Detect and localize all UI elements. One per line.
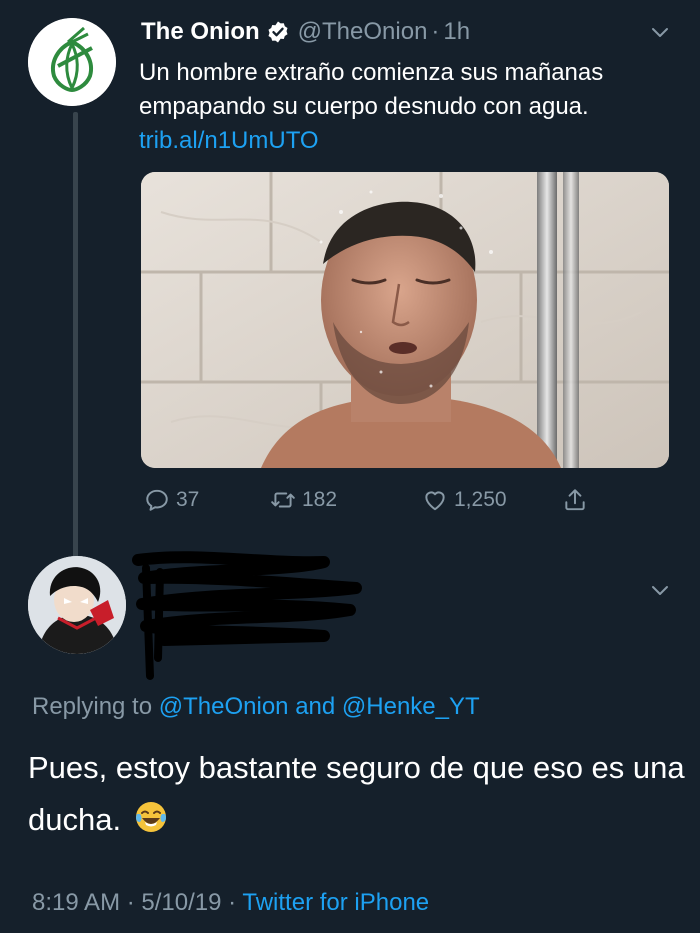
mention-link[interactable]: @Henke_YT [342,693,480,720]
and-word: and [295,693,336,720]
replying-to-line: Replying to @TheOnion and @Henke_YT [32,690,480,724]
like-count: 1,250 [454,488,507,511]
reply-date[interactable]: 5/10/19 [141,889,221,916]
reply-meta-line: 8:19 AM · 5/10/19 · Twitter for iPhone [32,886,429,920]
reply-count: 37 [176,488,200,511]
reply-bubble-icon [146,489,168,511]
tweet-link[interactable]: trib.al/n1UmUTO [139,124,319,158]
tweet-text: Un hombre extraño comienza sus mañanas e… [139,59,604,120]
heart-icon [425,491,445,511]
tweet-menu-chevron-down-icon[interactable] [648,20,672,44]
thread-connector-line [73,112,78,560]
author-handle[interactable]: @TheOnion [298,18,428,46]
retweet-count: 182 [302,488,338,511]
meta-separator: · [126,889,135,916]
retweet-action[interactable]: 182 [270,484,337,516]
redacted-username-scribble [124,548,364,683]
meta-separator: · [228,889,237,916]
reply-action[interactable]: 37 [144,484,199,516]
reply-menu-chevron-down-icon[interactable] [648,578,672,602]
retweet-icon [271,492,295,508]
tweet-media-image[interactable] [141,172,669,468]
verified-badge-icon [266,20,290,44]
the-onion-avatar[interactable] [28,18,116,106]
tweet-source-link[interactable]: Twitter for iPhone [242,889,429,916]
mention-link[interactable]: @TheOnion [159,693,289,720]
share-icon [565,489,585,511]
laughing-crying-emoji-icon [134,798,168,832]
anime-character-avatar [28,556,126,654]
like-action[interactable]: 1,250 [422,484,507,516]
onion-logo-icon [28,18,116,106]
reply-author-avatar[interactable] [28,556,126,654]
tweet-header: The Onion @TheOnion · 1h [141,16,470,48]
reply-time[interactable]: 8:19 AM [32,889,120,916]
replying-prefix: Replying to [32,693,153,720]
reply-text-block: Pues, estoy bastante seguro de que eso e… [28,742,688,846]
author-name[interactable]: The Onion [141,18,260,46]
tweet-timestamp[interactable]: 1h [443,18,470,46]
shower-photo [141,172,669,468]
reply-text: Pues, estoy bastante seguro de que eso e… [28,750,685,837]
share-action[interactable] [562,484,588,516]
header-separator: · [431,18,440,45]
